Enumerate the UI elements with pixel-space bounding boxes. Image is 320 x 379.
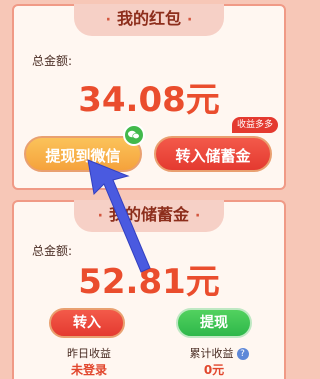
withdraw-to-wechat-label: 提现到微信 — [45, 147, 121, 165]
cumulative-earnings-label: 累计收益? — [174, 345, 264, 361]
yesterday-earnings-value: 未登录 — [70, 363, 107, 377]
savings-amount: 52.81元 — [78, 262, 220, 302]
wechat-icon — [123, 124, 145, 146]
help-icon[interactable]: ? — [236, 348, 249, 360]
transfer-to-savings-button[interactable]: 转入储蓄金 — [154, 136, 272, 172]
savings-title: · 我的储蓄金 · — [74, 200, 224, 232]
withdraw-button[interactable]: 提现 — [176, 308, 252, 338]
title-dot: · — [105, 12, 111, 28]
withdraw-label: 提现 — [200, 315, 228, 331]
earn-more-badge: 收益多多 — [232, 117, 279, 133]
wallet-total-label: 总金额: — [32, 54, 73, 68]
savings-card: · 我的储蓄金 · 总金额: 52.81元 转入 提现 昨日收益 未登录 累计收益?… — [12, 200, 286, 379]
transfer-in-button[interactable]: 转入 — [49, 308, 125, 338]
title-dot: · — [97, 208, 103, 224]
savings-title-text: 我的储蓄金 — [108, 205, 189, 224]
wallet-amount: 34.08元 — [78, 80, 220, 120]
cumulative-earnings-value: 0元 — [203, 363, 225, 377]
yesterday-earnings-label: 昨日收益 — [67, 347, 111, 360]
wallet-title: · 我的红包 · — [74, 4, 224, 36]
wallet-card: · 我的红包 · 总金额: 34.08元 提现到微信 转入储蓄金 收益多多 — [12, 4, 286, 190]
wallet-title-text: 我的红包 — [116, 9, 181, 28]
transfer-to-savings-label: 转入储蓄金 — [175, 147, 251, 165]
cumulative-earnings-text: 累计收益 — [189, 347, 234, 360]
transfer-in-label: 转入 — [73, 315, 101, 331]
title-dot: · — [195, 208, 201, 224]
title-dot: · — [187, 12, 193, 28]
